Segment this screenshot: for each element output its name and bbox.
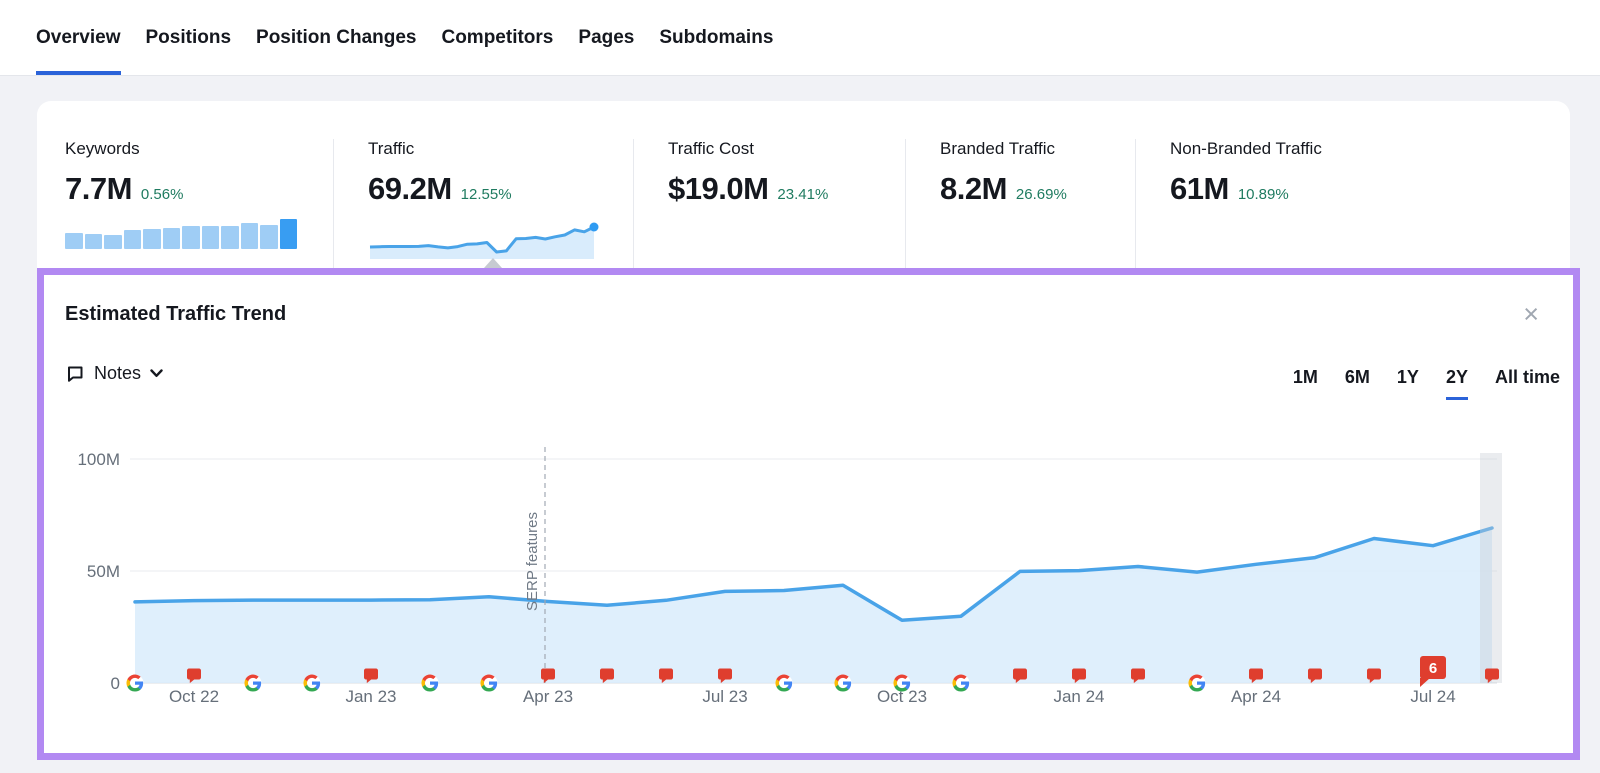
x-tick-label: Jul 24 [1410, 687, 1455, 706]
nav-tabs: Overview Positions Position Changes Competi… [0, 0, 1600, 75]
x-tick-label: Apr 24 [1231, 687, 1281, 706]
metric-branded-traffic[interactable]: Branded Traffic 8.2M 26.69% [905, 139, 1135, 281]
tab-competitors[interactable]: Competitors [441, 0, 553, 75]
metric-value: 8.2M [940, 171, 1007, 207]
notes-count-badge: 6 [1429, 660, 1437, 677]
metric-value: 7.7M [65, 171, 132, 207]
x-tick-label: Jul 23 [702, 687, 747, 706]
traffic-area [135, 528, 1492, 683]
metric-non-branded-traffic[interactable]: Non-Branded Traffic 61M 10.89% [1135, 139, 1566, 281]
metric-change: 0.56% [141, 186, 184, 203]
metric-change: 10.89% [1238, 186, 1289, 203]
traffic-sparkline [368, 219, 600, 259]
popover-caret-icon [484, 258, 502, 268]
y-tick-label: 50M [87, 562, 120, 581]
metric-change: 26.69% [1016, 186, 1067, 203]
metric-label: Keywords [65, 139, 333, 159]
keywords-sparkline-bars [65, 219, 297, 249]
x-tick-label: Oct 22 [169, 687, 219, 706]
tab-positions[interactable]: Positions [146, 0, 232, 75]
top-navigation: Overview Positions Position Changes Competi… [0, 0, 1600, 76]
x-tick-label: Jan 24 [1053, 687, 1104, 706]
google-update-icon[interactable] [304, 675, 321, 692]
metric-change: 23.41% [777, 186, 828, 203]
metric-label: Branded Traffic [940, 139, 1135, 159]
estimated-traffic-trend-panel: Estimated Traffic Trend × Notes 1M6M1Y2Y… [37, 268, 1580, 760]
serp-features-label: SERP features [524, 512, 541, 611]
metric-value: $19.0M [668, 171, 768, 207]
metric-traffic-cost[interactable]: Traffic Cost $19.0M 23.41% [633, 139, 905, 281]
google-update-icon[interactable] [894, 675, 911, 692]
traffic-trend-chart: 100M 50M 0 SERP features Oct 22 Jan 23 Apr 23 J… [44, 275, 1573, 720]
google-update-icon[interactable] [245, 675, 262, 692]
metric-keywords[interactable]: Keywords 7.7M 0.56% [37, 139, 333, 281]
google-update-icon[interactable] [1189, 675, 1206, 692]
metrics-card: Keywords7.7M0.56%Traffic69.2M12.55%Traff… [37, 101, 1570, 281]
metric-value: 61M [1170, 171, 1229, 207]
current-period-band [1480, 453, 1502, 683]
google-update-icon[interactable] [127, 675, 144, 692]
metric-label: Non-Branded Traffic [1170, 139, 1566, 159]
tab-subdomains[interactable]: Subdomains [659, 0, 773, 75]
metric-value: 69.2M [368, 171, 452, 207]
metric-change: 12.55% [461, 186, 512, 203]
tab-position-changes[interactable]: Position Changes [256, 0, 416, 75]
metric-traffic[interactable]: Traffic 69.2M 12.55% [333, 139, 633, 281]
google-update-icon[interactable] [953, 675, 970, 692]
google-update-icon[interactable] [776, 675, 793, 692]
metric-label: Traffic [368, 139, 633, 159]
y-tick-label: 100M [77, 450, 120, 469]
metric-label: Traffic Cost [668, 139, 905, 159]
y-tick-label: 0 [111, 674, 120, 693]
x-tick-label: Jan 23 [345, 687, 396, 706]
x-tick-label: Apr 23 [523, 687, 573, 706]
google-update-icon[interactable] [481, 675, 498, 692]
tab-pages[interactable]: Pages [578, 0, 634, 75]
google-update-icon[interactable] [835, 675, 852, 692]
tab-overview[interactable]: Overview [36, 0, 121, 75]
google-update-icon[interactable] [422, 675, 439, 692]
